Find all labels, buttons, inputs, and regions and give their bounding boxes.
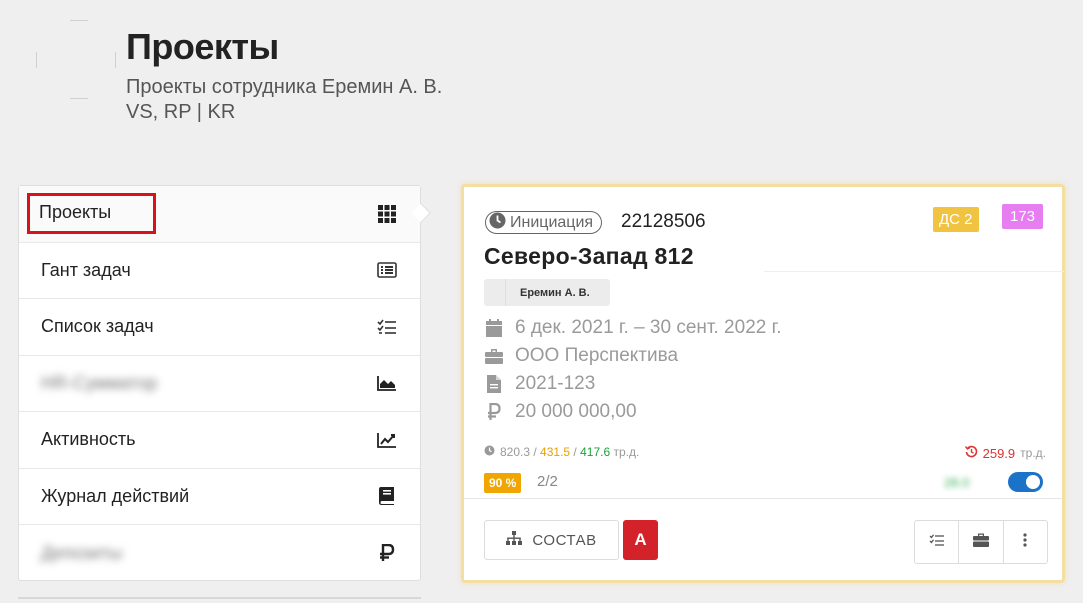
- tasks-icon: [376, 317, 398, 337]
- company-name: ООО Перспектива: [515, 345, 679, 366]
- project-dates: 6 дек. 2021 г. – 30 сент. 2022 г.: [515, 317, 782, 338]
- history-icon: [964, 445, 978, 461]
- sidebar-menu: Проекты Гант задач Список задач НR-Сумма…: [18, 185, 431, 582]
- grid-icon: [376, 204, 398, 224]
- ds-badge[interactable]: ДС 2: [933, 207, 979, 232]
- subtitle-roles: VS, RP | KR: [126, 101, 236, 123]
- page-subtitle: Проекты сотрудника Еремин А. В. VS, RP |…: [126, 75, 442, 125]
- divider: [764, 271, 1064, 272]
- hours-total: 820.3: [500, 445, 531, 459]
- overdue-summary: 259.9 тр.д.: [964, 445, 1046, 461]
- divider: [18, 597, 421, 599]
- amount-row: 20 000 000,00: [485, 401, 637, 423]
- card-actions-group: [914, 520, 1048, 564]
- active-pointer: [411, 203, 431, 223]
- ruble-icon: [485, 403, 503, 421]
- blurred-value: 28.0: [944, 475, 970, 490]
- list-alt-icon: [376, 260, 398, 280]
- briefcase-icon: [485, 348, 503, 364]
- sidebar-item-label: Депозиты: [41, 542, 123, 563]
- line-chart-icon: [376, 430, 398, 450]
- sidebar-item-task-list[interactable]: Список задач: [19, 299, 420, 356]
- sidebar-item-label: Проекты: [27, 193, 157, 235]
- project-number: 22128506: [621, 211, 706, 232]
- file-icon: [485, 375, 503, 393]
- clock-icon: [484, 445, 495, 459]
- sidebar-item-label: Гант задач: [41, 259, 131, 280]
- tasks-button[interactable]: [915, 521, 960, 563]
- area-chart-icon: [376, 373, 398, 393]
- composition-button[interactable]: СОСТАВ: [484, 520, 619, 560]
- person-name: Еремин А. В.: [520, 286, 590, 299]
- sidebar-item-label: Журнал действий: [41, 485, 190, 506]
- sidebar-item-deposits[interactable]: Депозиты: [19, 525, 420, 582]
- calendar-icon: [485, 319, 503, 337]
- avatar: [484, 279, 506, 306]
- hours-orange: 431.5: [540, 445, 571, 459]
- person-chip[interactable]: Еремин А. В.: [484, 279, 610, 306]
- sidebar-item-hr-summator[interactable]: НR-Сумматор: [19, 356, 420, 412]
- ruble-icon: [376, 543, 398, 563]
- sidebar-item-activity[interactable]: Активность: [19, 412, 420, 469]
- subtitle-employee: Проекты сотрудника Еремин А. В.: [126, 76, 443, 98]
- count-badge[interactable]: 173: [1002, 204, 1044, 229]
- briefcase-icon: [972, 533, 989, 552]
- sidebar-item-label: Активность: [41, 429, 136, 450]
- a-button[interactable]: А: [623, 520, 658, 560]
- hours-green: 417.6: [580, 445, 611, 459]
- sidebar-item-label: Список задач: [41, 316, 154, 337]
- more-vertical-icon: [1023, 532, 1027, 552]
- project-amount: 20 000 000,00: [515, 401, 637, 422]
- project-card[interactable]: Инициация 22128506 ДС 2 173 Северо-Запад…: [461, 184, 1065, 583]
- project-name[interactable]: Северо-Запад 812: [484, 243, 694, 270]
- avatar-placeholder: [36, 20, 116, 100]
- sidebar-item-projects[interactable]: Проекты: [19, 186, 431, 243]
- sidebar-item-action-log[interactable]: Журнал действий: [19, 469, 420, 525]
- stage-badge: Инициация: [485, 211, 603, 234]
- contract-row: 2021-123: [485, 373, 595, 395]
- hours-summary: 820.3 / 431.5 / 417.6 тр.д.: [484, 445, 639, 459]
- tasks-icon: [929, 533, 945, 551]
- overdue-value: 259.9: [982, 445, 1016, 461]
- divider: [464, 498, 1062, 499]
- stage-label: Инициация: [510, 213, 594, 231]
- briefcase-button[interactable]: [959, 521, 1004, 563]
- percent-badge: 90 %: [484, 473, 522, 493]
- sidebar-item-label: НR-Сумматор: [41, 372, 158, 393]
- sidebar-item-gantt[interactable]: Гант задач: [19, 243, 420, 299]
- more-button[interactable]: [1004, 521, 1047, 563]
- toggle-switch[interactable]: [1008, 472, 1043, 492]
- dates-row: 6 дек. 2021 г. – 30 сент. 2022 г.: [485, 317, 782, 339]
- sitemap-icon: [506, 531, 523, 549]
- hours-unit: тр.д.: [613, 445, 640, 459]
- page-title: Проекты: [126, 26, 279, 67]
- company-row: ООО Перспектива: [485, 345, 678, 367]
- overdue-unit: тр.д.: [1020, 446, 1046, 460]
- progress-count: 2/2: [537, 473, 558, 490]
- book-icon: [376, 486, 398, 506]
- clock-icon: [489, 212, 506, 234]
- contract-number: 2021-123: [515, 373, 596, 394]
- composition-label: СОСТАВ: [532, 531, 597, 549]
